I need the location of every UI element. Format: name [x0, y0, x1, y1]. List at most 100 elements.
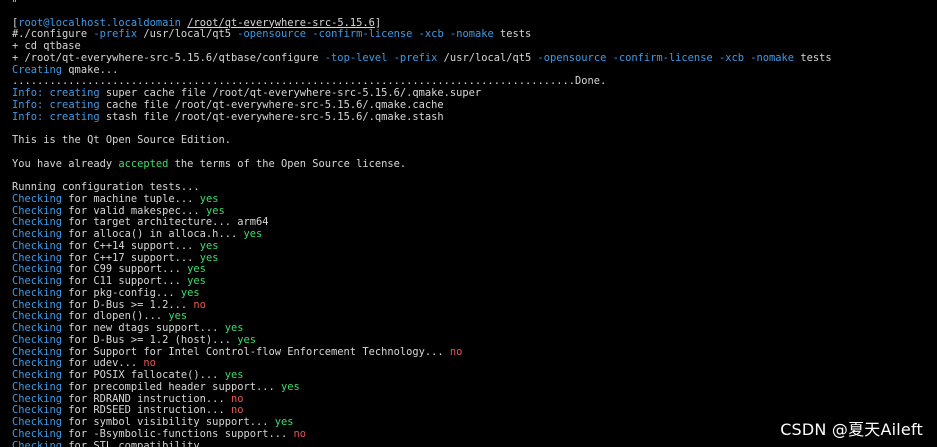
- terminal-text: for machine tuple...: [62, 192, 200, 205]
- terminal-text: yes: [205, 204, 225, 217]
- terminal-text: -prefix: [393, 51, 438, 64]
- terminal-text: Checking: [12, 357, 63, 370]
- terminal-text: tests: [493, 28, 532, 41]
- terminal-text: Checking: [12, 275, 63, 287]
- terminal-text: for C++17 support...: [62, 251, 200, 264]
- terminal-text: Checking: [12, 228, 63, 240]
- terminal-text: no: [449, 345, 463, 358]
- terminal-text: no: [230, 392, 244, 405]
- terminal-text: for STL compatibility...: [62, 439, 225, 447]
- terminal-line: You have already accepted the terms of t…: [12, 157, 832, 171]
- terminal-text: for D-Bus >= 1.2...: [62, 298, 194, 311]
- terminal-text: Checking: [12, 380, 63, 393]
- terminal-text: -opensource: [537, 51, 607, 64]
- terminal-text: for new dtags support...: [62, 322, 225, 334]
- terminal-text: for dlopen()...: [62, 310, 169, 323]
- terminal-text: no: [230, 404, 244, 417]
- terminal-text: yes: [199, 251, 219, 264]
- terminal-text: yes: [224, 369, 244, 381]
- terminal-output: # [root@localhost.localdomain /root/qt-e…: [12, 0, 832, 447]
- terminal-text: no: [143, 357, 156, 370]
- terminal-text: Checking: [12, 416, 63, 428]
- terminal-text: yes: [199, 239, 219, 252]
- terminal-text: creating: [49, 87, 100, 99]
- terminal-text: -xcb: [418, 28, 444, 41]
- terminal-text: -prefix: [93, 28, 138, 41]
- terminal-text: yes: [168, 310, 188, 323]
- terminal-text: Checking: [12, 192, 63, 205]
- terminal-text: /usr/local/qt5: [137, 28, 238, 41]
- terminal-text: Running configuration tests...: [12, 181, 200, 193]
- terminal-text: -nomake: [449, 28, 494, 41]
- terminal-text: /root/qt-everywhere-src-5.15.6: [187, 16, 375, 29]
- terminal-text: Checking: [12, 286, 63, 299]
- terminal-text: Info:: [12, 110, 44, 123]
- terminal-text: tests: [794, 51, 832, 64]
- terminal-text: Checking: [12, 298, 63, 311]
- terminal-text: yes: [274, 416, 294, 428]
- terminal-text: /usr/local/qt5: [437, 51, 538, 64]
- terminal-text: for RDSEED instruction...: [62, 404, 231, 417]
- terminal-text: Checking: [12, 322, 63, 334]
- terminal-text: ]: [374, 16, 382, 29]
- terminal-text: Checking: [12, 392, 63, 405]
- terminal-text: Checking: [12, 345, 63, 358]
- terminal-text: Info:: [12, 98, 44, 111]
- terminal-text: accepted: [118, 157, 169, 170]
- terminal-text: for D-Bus >= 1.2 (host)...: [62, 333, 238, 346]
- terminal-text: stash file /root/qt-everywhere-src-5.15.…: [99, 110, 444, 123]
- terminal-text: for Support for Intel Control-flow Enfor…: [62, 345, 450, 358]
- terminal-text: for POSIX fallocate()...: [62, 369, 225, 381]
- terminal-text: Checking: [12, 439, 63, 447]
- terminal-text: for udev...: [62, 357, 144, 370]
- terminal-text: super cache file /root/qt-everywhere-src…: [99, 87, 482, 99]
- terminal-text: for precompiled header support...: [62, 380, 281, 393]
- terminal-text: -confirm-license: [312, 28, 413, 41]
- terminal-window[interactable]: # [root@localhost.localdomain /root/qt-e…: [0, 0, 937, 447]
- terminal-text: + /root/qt-everywhere-src-5.15.6/qtbase/…: [12, 51, 325, 64]
- terminal-text: Checking: [12, 404, 63, 417]
- terminal-text: -confirm-license: [612, 51, 713, 64]
- terminal-text: creating: [49, 98, 100, 111]
- terminal-text: Checking: [12, 369, 63, 381]
- terminal-line: + /root/qt-everywhere-src-5.15.6/qtbase/…: [12, 51, 832, 65]
- terminal-text: cache file /root/qt-everywhere-src-5.15.…: [99, 98, 444, 111]
- terminal-text: for alloca() in alloca.h...: [62, 228, 244, 240]
- terminal-text: for -Bsymbolic-functions support...: [62, 427, 294, 440]
- terminal-text: -opensource: [237, 28, 307, 41]
- terminal-text: the terms of the Open Source license.: [168, 157, 407, 170]
- watermark: CSDN @夏天Aileft: [780, 420, 923, 439]
- terminal-text: for C++14 support...: [62, 239, 200, 252]
- terminal-line: This is the Qt Open Source Edition.: [12, 134, 832, 147]
- terminal-text: yes: [199, 192, 219, 205]
- terminal-text: Checking: [12, 333, 63, 346]
- terminal-text: for pkg-config...: [62, 286, 181, 299]
- terminal-text: for C99 support...: [62, 263, 188, 276]
- terminal-line: #./configure -prefix /usr/local/qt5 -ope…: [12, 28, 832, 41]
- terminal-text: no: [293, 427, 307, 440]
- terminal-text: -xcb: [718, 51, 744, 64]
- terminal-text: -nomake: [750, 51, 795, 64]
- terminal-text: yes: [187, 263, 206, 276]
- terminal-text: + cd qtbase: [12, 40, 81, 52]
- terminal-text: yes: [187, 275, 206, 287]
- terminal-text: Checking: [12, 216, 63, 229]
- terminal-text: yes: [237, 333, 256, 346]
- terminal-text: Checking: [12, 239, 63, 252]
- terminal-text: Checking: [12, 263, 63, 276]
- terminal-text: Checking: [12, 310, 63, 323]
- terminal-text: for symbol visibility support...: [62, 416, 275, 428]
- terminal-text: yes: [224, 322, 244, 334]
- terminal-text: yes: [243, 228, 263, 240]
- terminal-text: no: [193, 298, 206, 311]
- terminal-line: Checking for STL compatibility...: [12, 439, 832, 447]
- terminal-text: creating: [49, 110, 100, 123]
- terminal-text: Checking: [12, 251, 63, 264]
- terminal-text: for valid makespec...: [62, 204, 206, 217]
- terminal-text: root@localhost.localdomain: [18, 16, 181, 29]
- terminal-text: Info:: [12, 87, 44, 99]
- terminal-text: qmake...: [62, 63, 119, 76]
- terminal-text: Checking: [12, 427, 63, 440]
- terminal-text: This is the Qt Open Source Edition.: [12, 134, 231, 146]
- terminal-text: Checking: [12, 204, 63, 217]
